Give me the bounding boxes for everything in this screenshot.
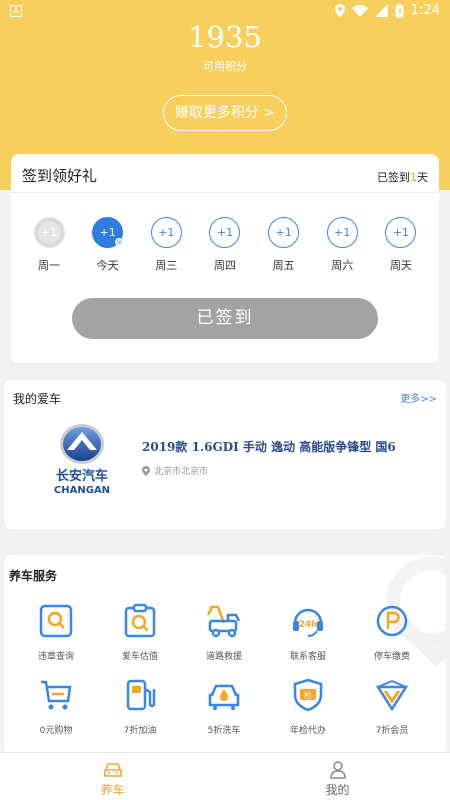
service-label: 道路救援 bbox=[205, 652, 242, 662]
location-text: 北京市北京市 bbox=[154, 467, 209, 477]
services-card: 养车服务 违章查询 爱车估值 道路救援 24h 联系客服 停车缴费 0元购物 7… bbox=[4, 555, 446, 755]
signin-day: +1 今天 bbox=[79, 217, 137, 273]
points-value: 1935 bbox=[188, 20, 262, 54]
vip-icon bbox=[375, 680, 409, 712]
location-pin-icon bbox=[142, 465, 150, 476]
my-car-card[interactable]: 我的爱车 更多>> 长安汽车 CHANGAN 2019款 1.6GDI 手动 逸… bbox=[4, 380, 446, 529]
svg-text:检: 检 bbox=[304, 690, 312, 700]
tab-label: 养车 bbox=[100, 783, 125, 797]
services-title: 养车服务 bbox=[9, 569, 58, 583]
signin-count-prefix: 已签到 bbox=[377, 171, 410, 184]
wifi-icon bbox=[351, 4, 368, 17]
service-customer-service[interactable]: 24h 联系客服 bbox=[266, 603, 350, 662]
tab-label: 我的 bbox=[325, 783, 350, 797]
service-car-wash[interactable]: 5折洗车 bbox=[182, 677, 266, 736]
shopping-cart-icon bbox=[41, 680, 72, 710]
signal-icon bbox=[374, 4, 388, 17]
service-label: 爱车估值 bbox=[121, 652, 158, 662]
reward-text: +1 bbox=[99, 226, 116, 239]
signin-card: 签到领好礼 已签到1天 +1 周一 +1 今天 +1 周三 +1 周四 +1 周… bbox=[11, 154, 439, 363]
signin-title: 签到领好礼 bbox=[22, 167, 98, 185]
day-label: 周一 bbox=[38, 259, 60, 272]
day-label: 周五 bbox=[272, 259, 295, 272]
inspection-shield-icon: 检 bbox=[293, 678, 323, 712]
service-label: 7折加油 bbox=[123, 726, 157, 736]
day-label: 今天 bbox=[96, 259, 119, 272]
earn-more-points-button[interactable]: 赚取更多积分 > bbox=[163, 95, 287, 131]
signin-day: +1 周天 bbox=[372, 217, 430, 273]
service-car-valuation[interactable]: 爱车估值 bbox=[98, 603, 182, 662]
reward-bubble[interactable]: +1 bbox=[209, 217, 241, 248]
location-icon bbox=[334, 4, 345, 17]
bottom-tab-bar: 养车 我的 bbox=[0, 752, 450, 800]
service-road-rescue[interactable]: 道路救援 bbox=[182, 603, 266, 662]
service-vip[interactable]: 7折会员 bbox=[350, 677, 434, 736]
reward-bubble[interactable]: +1 bbox=[92, 217, 124, 248]
service-label: 联系客服 bbox=[289, 652, 326, 662]
signin-count-suffix: 天 bbox=[417, 171, 428, 184]
service-label: 5折洗车 bbox=[207, 726, 241, 736]
service-label: 0元购物 bbox=[39, 726, 73, 736]
user-icon bbox=[329, 761, 346, 779]
customer-service-icon: 24h bbox=[293, 608, 323, 637]
service-label: 违章查询 bbox=[37, 652, 74, 662]
service-label: 年检代办 bbox=[289, 726, 326, 736]
changan-logo: 长安汽车 CHANGAN bbox=[54, 424, 110, 496]
reward-bubble[interactable]: +1 bbox=[385, 217, 417, 248]
signin-day: +1 周五 bbox=[255, 217, 313, 273]
service-parking-fee[interactable]: 停车缴费 bbox=[350, 603, 434, 662]
reward-bubble[interactable]: +1 bbox=[150, 217, 182, 248]
services-grid: 违章查询 爱车估值 道路救援 24h 联系客服 停车缴费 0元购物 7折加油 5 bbox=[14, 603, 434, 736]
service-label: 7折会员 bbox=[375, 726, 409, 736]
check-icon bbox=[115, 238, 124, 246]
service-violation-search[interactable]: 违章查询 bbox=[14, 603, 98, 662]
more-link[interactable]: 更多>> bbox=[400, 390, 437, 405]
battery-icon bbox=[395, 3, 404, 17]
service-shopping[interactable]: 0元购物 bbox=[14, 677, 98, 736]
signin-day: +1 周四 bbox=[196, 217, 254, 273]
brand-cn: 长安汽车 bbox=[56, 468, 108, 484]
day-label: 周三 bbox=[155, 259, 178, 272]
day-label: 周六 bbox=[331, 259, 354, 272]
road-rescue-icon bbox=[206, 605, 241, 638]
svg-text:24h: 24h bbox=[299, 620, 318, 630]
brand-en: CHANGAN bbox=[54, 485, 110, 496]
service-fuel[interactable]: 7折加油 bbox=[98, 677, 182, 736]
clock: 1:24 bbox=[410, 3, 440, 18]
car-valuation-icon bbox=[124, 603, 156, 638]
violation-search-icon bbox=[39, 604, 73, 638]
reward-bubble[interactable]: +1 bbox=[326, 217, 358, 248]
day-label: 周四 bbox=[213, 259, 236, 272]
tab-car-care[interactable]: 养车 bbox=[0, 753, 225, 800]
signed-in-button[interactable]: 已签到 bbox=[72, 298, 378, 339]
signin-days: +1 周一 +1 今天 +1 周三 +1 周四 +1 周五 +1 周六 +1 周… bbox=[20, 217, 430, 273]
signin-count-number: 1 bbox=[410, 171, 417, 184]
service-inspection[interactable]: 检 年检代办 bbox=[266, 677, 350, 736]
signin-count: 已签到1天 bbox=[377, 169, 428, 185]
tab-mine[interactable]: 我的 bbox=[225, 753, 450, 800]
parking-fee-icon bbox=[376, 605, 408, 637]
divider bbox=[11, 192, 439, 193]
notification-icon: A bbox=[10, 5, 22, 17]
my-car-title: 我的爱车 bbox=[13, 392, 62, 406]
reward-bubble[interactable]: +1 bbox=[33, 217, 65, 248]
service-label: 停车缴费 bbox=[373, 652, 410, 662]
signin-day: +1 周一 bbox=[20, 217, 78, 273]
day-label: 周天 bbox=[389, 259, 412, 272]
car-wash-icon bbox=[208, 684, 240, 710]
fuel-pump-icon bbox=[126, 679, 156, 711]
car-location: 北京市北京市 bbox=[142, 464, 208, 477]
reward-bubble[interactable]: +1 bbox=[268, 217, 300, 248]
signin-day: +1 周三 bbox=[137, 217, 195, 273]
car-model: 2019款 1.6GDI 手动 逸动 高能版争锋型 国6 bbox=[142, 440, 396, 454]
car-icon bbox=[103, 763, 122, 777]
signin-day: +1 周六 bbox=[313, 217, 371, 273]
points-label: 可用积分 bbox=[203, 60, 247, 73]
